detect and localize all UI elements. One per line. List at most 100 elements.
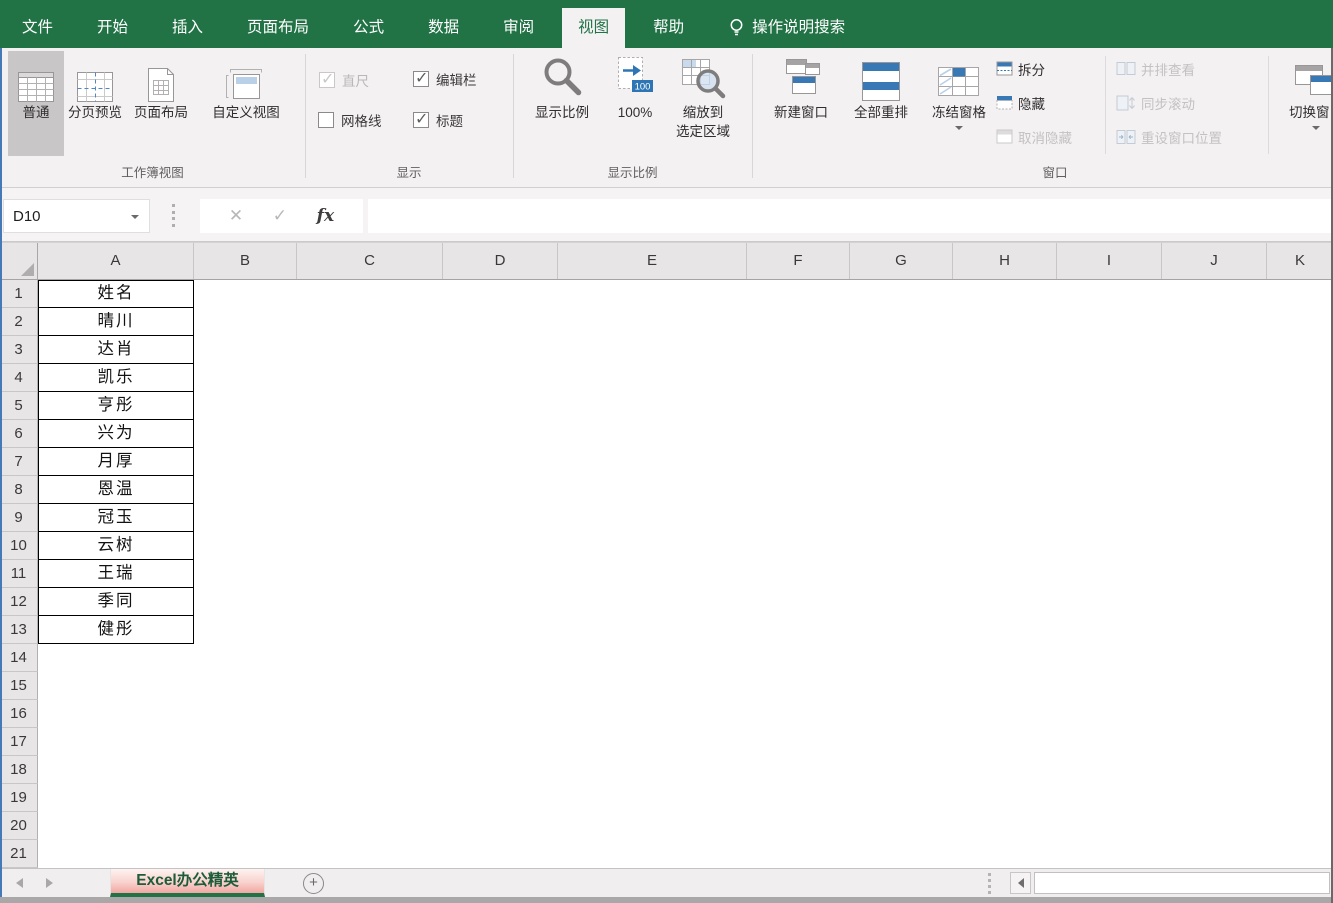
- reset-window-position-button[interactable]: 重设窗口位置: [1116, 125, 1222, 149]
- row-header-19[interactable]: 19: [0, 784, 38, 812]
- row-header-3[interactable]: 3: [0, 336, 38, 364]
- enter-button[interactable]: ✓: [273, 206, 287, 226]
- cell-A7[interactable]: 月厚: [38, 448, 194, 476]
- column-header-D[interactable]: D: [443, 243, 558, 279]
- column-header-C[interactable]: C: [297, 243, 443, 279]
- cell-A8[interactable]: 恩温: [38, 476, 194, 504]
- switch-windows-button[interactable]: 切换窗口: [1274, 51, 1333, 156]
- ribbon-tab-home[interactable]: 开始: [81, 8, 144, 48]
- row-header-14[interactable]: 14: [0, 644, 38, 672]
- page-layout-view-button[interactable]: 页面布局: [124, 51, 198, 156]
- custom-views-button[interactable]: 自定义视图: [200, 51, 292, 156]
- insert-function-button[interactable]: fx: [317, 206, 334, 226]
- sheet-nav-right-icon[interactable]: [46, 878, 53, 888]
- new-window-button[interactable]: 新建窗口: [760, 51, 842, 156]
- row-header-9[interactable]: 9: [0, 504, 38, 532]
- cell-A21[interactable]: [38, 840, 194, 868]
- column-header-B[interactable]: B: [194, 243, 297, 279]
- column-header-A[interactable]: A: [38, 243, 194, 279]
- row-header-17[interactable]: 17: [0, 728, 38, 756]
- row-header-16[interactable]: 16: [0, 700, 38, 728]
- hscroll-thumb[interactable]: [1034, 872, 1330, 894]
- ribbon-tab-view[interactable]: 视图: [562, 8, 625, 48]
- add-sheet-button[interactable]: +: [303, 873, 324, 894]
- ribbon-tab-review[interactable]: 审阅: [487, 8, 550, 48]
- unhide-button[interactable]: 取消隐藏: [996, 125, 1072, 149]
- cell-A13[interactable]: 健彤: [38, 616, 194, 644]
- row-header-12[interactable]: 12: [0, 588, 38, 616]
- column-header-H[interactable]: H: [953, 243, 1057, 279]
- cell-A20[interactable]: [38, 812, 194, 840]
- row-header-6[interactable]: 6: [0, 420, 38, 448]
- cell-A9[interactable]: 冠玉: [38, 504, 194, 532]
- cell-A17[interactable]: [38, 728, 194, 756]
- ribbon-tab-help[interactable]: 帮助: [637, 8, 700, 48]
- hide-button[interactable]: 隐藏: [996, 91, 1045, 115]
- switch-windows-dropdown-caret[interactable]: [1312, 126, 1320, 130]
- column-header-J[interactable]: J: [1162, 243, 1267, 279]
- row-header-5[interactable]: 5: [0, 392, 38, 420]
- row-header-21[interactable]: 21: [0, 840, 38, 868]
- column-header-G[interactable]: G: [850, 243, 953, 279]
- zoom-button[interactable]: 显示比例: [518, 51, 606, 156]
- ruler-checkbox[interactable]: 直尺: [319, 70, 369, 90]
- split-button[interactable]: 拆分: [996, 57, 1045, 81]
- formula-bar-checkbox[interactable]: 编辑栏: [413, 69, 477, 89]
- column-header-F[interactable]: F: [747, 243, 850, 279]
- row-header-4[interactable]: 4: [0, 364, 38, 392]
- freeze-panes-dropdown-caret[interactable]: [955, 126, 963, 130]
- column-header-E[interactable]: E: [558, 243, 747, 279]
- zoom-to-selection-button[interactable]: 缩放到 选定区域: [664, 51, 742, 156]
- cell-A1[interactable]: 姓名: [38, 280, 194, 308]
- cell-A4[interactable]: 凯乐: [38, 364, 194, 392]
- ribbon-tab-file[interactable]: 文件: [6, 8, 69, 48]
- freeze-panes-button[interactable]: 冻结窗格: [920, 51, 998, 156]
- cell-A12[interactable]: 季同: [38, 588, 194, 616]
- formula-input[interactable]: [368, 199, 1331, 233]
- view-side-by-side-button[interactable]: 并排查看: [1116, 57, 1195, 81]
- cell-A16[interactable]: [38, 700, 194, 728]
- page-break-preview-button[interactable]: 分页预览: [68, 51, 122, 156]
- row-header-8[interactable]: 8: [0, 476, 38, 504]
- row-header-1[interactable]: 1: [0, 280, 38, 308]
- cell-A6[interactable]: 兴为: [38, 420, 194, 448]
- sync-scroll-button[interactable]: 同步滚动: [1116, 91, 1195, 115]
- row-header-13[interactable]: 13: [0, 616, 38, 644]
- column-header-K[interactable]: K: [1267, 243, 1333, 279]
- ribbon-tab-formulas[interactable]: 公式: [337, 8, 400, 48]
- row-header-15[interactable]: 15: [0, 672, 38, 700]
- normal-view-button[interactable]: 普通: [8, 51, 64, 156]
- cell-A15[interactable]: [38, 672, 194, 700]
- row-header-7[interactable]: 7: [0, 448, 38, 476]
- scrollbar-splitter[interactable]: [988, 873, 991, 894]
- ribbon-tab-tell-me[interactable]: 操作说明搜索: [712, 8, 861, 48]
- cancel-button[interactable]: ✕: [229, 206, 243, 226]
- cell-A19[interactable]: [38, 784, 194, 812]
- headings-checkbox[interactable]: 标题: [413, 110, 463, 130]
- formula-bar-splitter[interactable]: [172, 204, 175, 227]
- sheet-tab-active[interactable]: Excel办公精英: [110, 869, 265, 897]
- zoom-100-button[interactable]: 100 100%: [608, 51, 662, 156]
- ribbon-tab-insert[interactable]: 插入: [156, 8, 219, 48]
- ribbon-tab-data[interactable]: 数据: [412, 8, 475, 48]
- cell-A5[interactable]: 亨彤: [38, 392, 194, 420]
- cell-A2[interactable]: 晴川: [38, 308, 194, 336]
- select-all-corner[interactable]: [0, 243, 38, 279]
- row-header-2[interactable]: 2: [0, 308, 38, 336]
- row-header-10[interactable]: 10: [0, 532, 38, 560]
- sheet-nav-left-icon[interactable]: [16, 878, 23, 888]
- row-header-18[interactable]: 18: [0, 756, 38, 784]
- name-box-dropdown-caret[interactable]: [131, 215, 139, 219]
- cell-A11[interactable]: 王瑞: [38, 560, 194, 588]
- gridlines-checkbox[interactable]: 网格线: [318, 110, 382, 130]
- name-box[interactable]: D10: [3, 199, 150, 233]
- cell-A3[interactable]: 达肖: [38, 336, 194, 364]
- row-header-20[interactable]: 20: [0, 812, 38, 840]
- cell-A14[interactable]: [38, 644, 194, 672]
- cell-A18[interactable]: [38, 756, 194, 784]
- hscroll-left-button[interactable]: [1010, 872, 1031, 894]
- arrange-all-button[interactable]: 全部重排: [842, 51, 920, 156]
- column-header-I[interactable]: I: [1057, 243, 1162, 279]
- cell-A10[interactable]: 云树: [38, 532, 194, 560]
- row-header-11[interactable]: 11: [0, 560, 38, 588]
